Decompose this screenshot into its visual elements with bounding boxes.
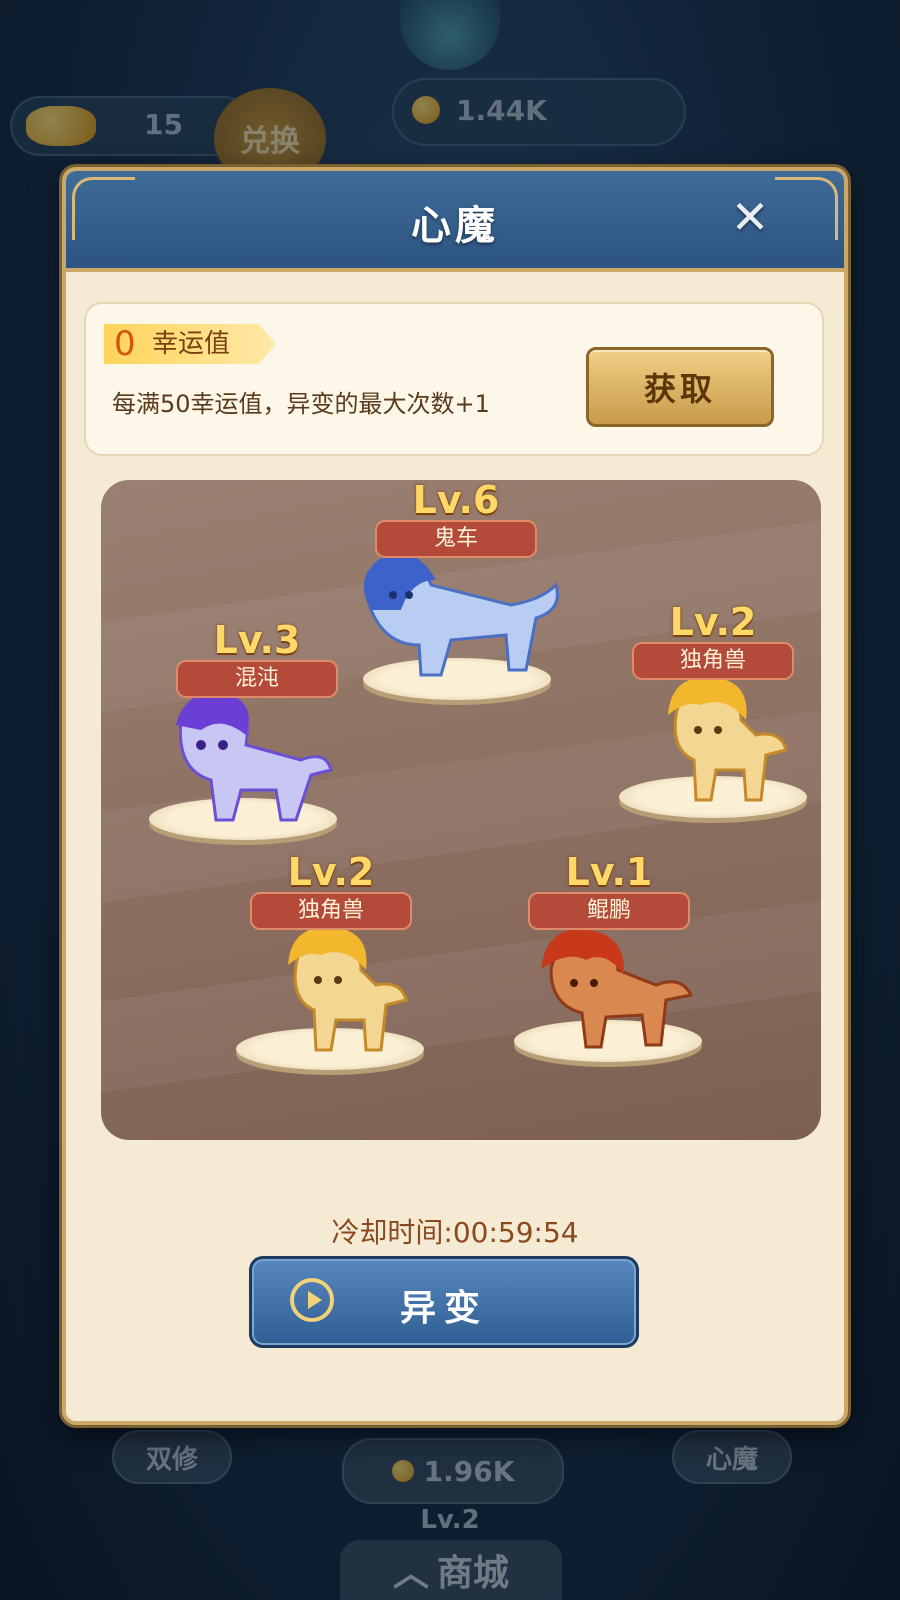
monster-name: 鬼车 <box>375 520 537 558</box>
monster-name: 混沌 <box>176 660 338 698</box>
chaos-creature[interactable] <box>161 690 341 830</box>
mutate-button[interactable]: 异变 <box>249 1256 639 1348</box>
arena-stripe <box>101 893 821 1097</box>
ghost-chariot-creature[interactable] <box>341 550 571 690</box>
get-luck-button[interactable]: 获取 <box>586 347 774 427</box>
monster-level: Lv.3 <box>213 618 301 662</box>
cooldown-timer: 冷却时间:00:59:54 <box>331 1216 579 1249</box>
monster-name: 独角兽 <box>632 642 794 680</box>
unicorn-creature[interactable] <box>646 675 796 815</box>
monster-level: Lv.2 <box>669 600 757 644</box>
kunpeng-creature[interactable] <box>526 925 696 1060</box>
monster-level: Lv.1 <box>565 850 653 894</box>
monster-arena: Lv.6 鬼车 Lv.3 混沌 Lv.2 独角兽 Lv.2 独角兽 Lv.1 鲲… <box>101 480 821 1140</box>
heart-demon-modal: 心魔 ✕ 0 幸运值 每满50幸运值，异变的最大次数+1 获取 Lv.6 鬼车 <box>62 167 848 1425</box>
luck-description: 每满50幸运值，异变的最大次数+1 <box>112 390 490 418</box>
monster-level: Lv.6 <box>412 480 500 522</box>
monster-name: 独角兽 <box>250 892 412 930</box>
monster-level: Lv.2 <box>287 850 375 894</box>
luck-value: 0 <box>114 324 136 364</box>
monster-name: 鲲鹏 <box>528 892 690 930</box>
monster-card[interactable]: Lv.2 独角兽 <box>613 602 813 680</box>
monster-card[interactable]: Lv.2 独角兽 <box>231 852 431 930</box>
modal-header: 心魔 ✕ <box>66 171 844 272</box>
close-icon[interactable]: ✕ <box>728 194 772 240</box>
get-luck-label: 获取 <box>643 370 716 408</box>
luck-panel: 0 幸运值 每满50幸运值，异变的最大次数+1 获取 <box>84 302 824 456</box>
unicorn-creature[interactable] <box>266 925 416 1065</box>
monster-card[interactable]: Lv.6 鬼车 <box>356 480 556 558</box>
monster-card[interactable]: Lv.1 鲲鹏 <box>509 852 709 930</box>
mutate-label: 异变 <box>399 1288 488 1329</box>
luck-label: 幸运值 <box>152 329 231 359</box>
luck-tag: 0 幸运值 <box>104 324 276 364</box>
monster-card[interactable]: Lv.3 混沌 <box>157 620 357 698</box>
